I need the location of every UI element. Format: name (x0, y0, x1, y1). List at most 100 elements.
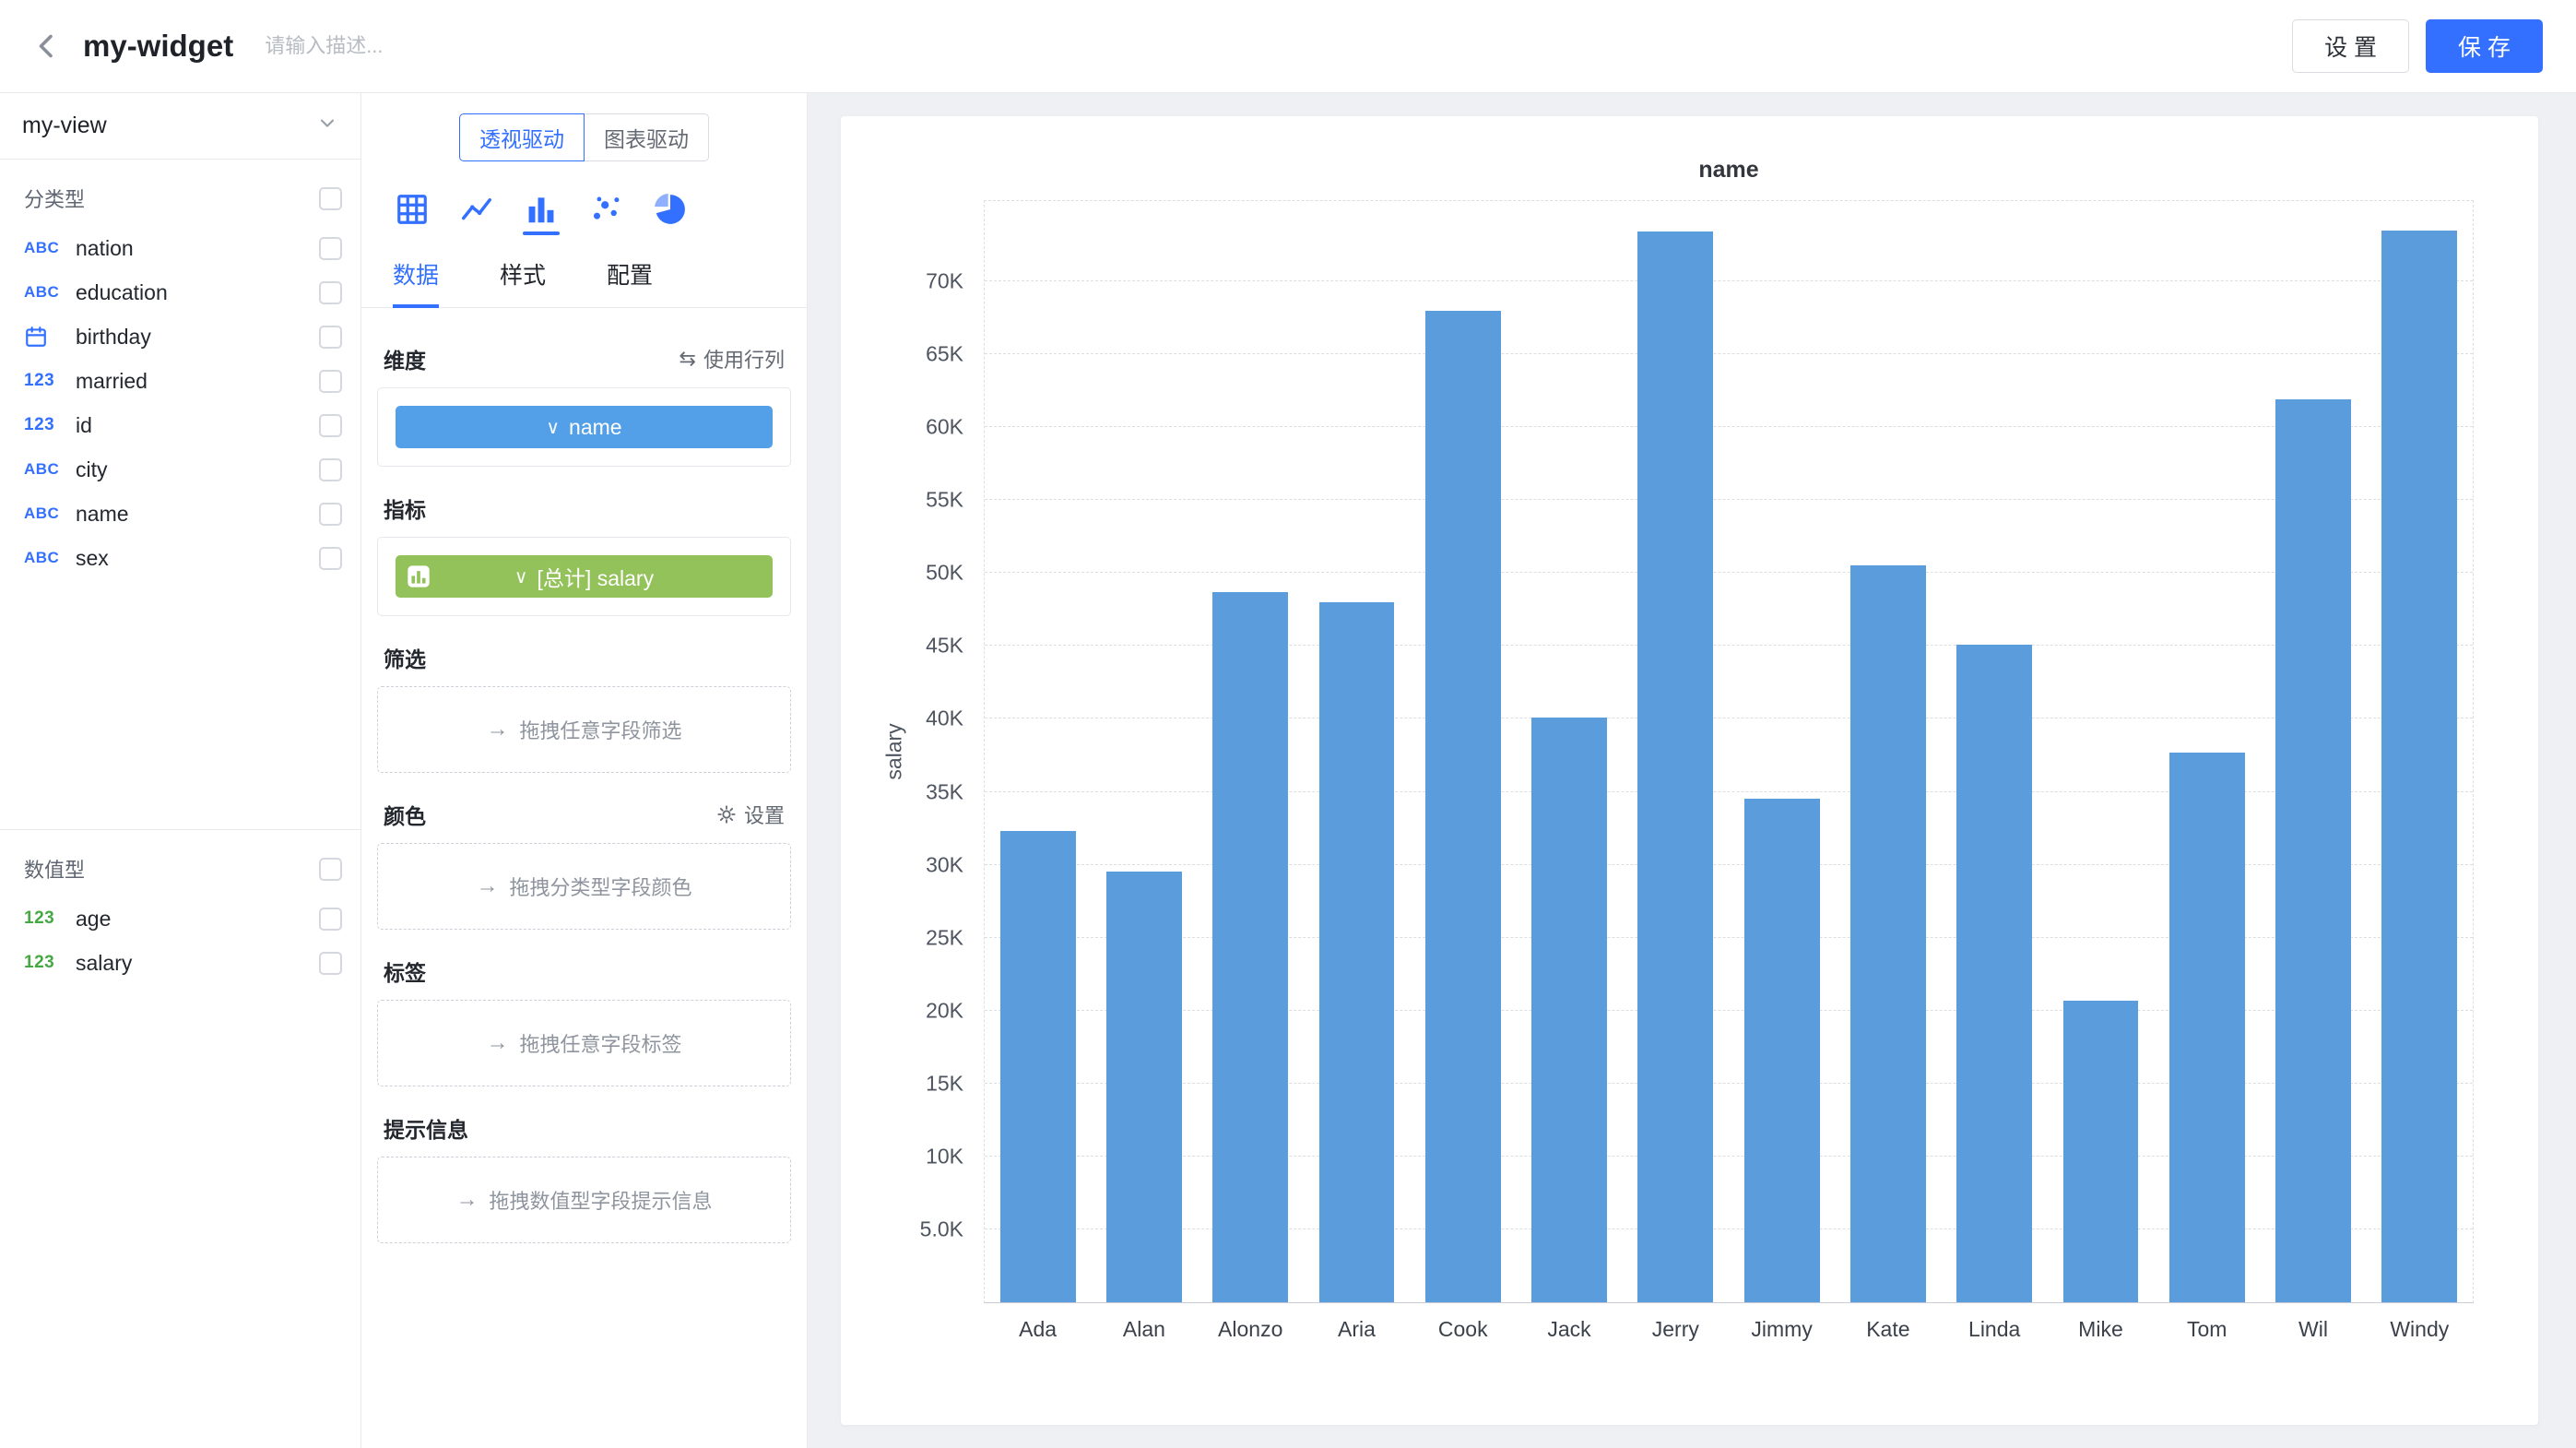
dimension-label: 维度 (384, 343, 426, 374)
dimension-pill-name[interactable]: ∨ name (396, 406, 773, 448)
field-name: id (76, 413, 92, 438)
y-tick-label: 40K (926, 706, 963, 731)
plot-area: salary 5.0K10K15K20K25K30K35K40K45K50K55… (984, 200, 2474, 1303)
bar-slot (2260, 201, 2366, 1302)
color-label: 颜色 (384, 799, 426, 830)
tooltip-label: 提示信息 (384, 1112, 468, 1144)
group-checkbox[interactable] (319, 858, 342, 881)
bar-cook[interactable] (1425, 311, 1501, 1302)
bar-alonzo[interactable] (1212, 592, 1288, 1302)
description-input[interactable] (265, 34, 652, 58)
calendar-icon (24, 325, 76, 349)
field-item-salary[interactable]: 123salary (0, 941, 360, 985)
config-panel: 透视驱动图表驱动 数据样式配置 (361, 93, 808, 1448)
save-button[interactable]: 保 存 (2426, 19, 2543, 73)
field-checkbox[interactable] (319, 237, 342, 260)
x-tick-label: Jerry (1623, 1317, 1729, 1342)
use-rowcol-button[interactable]: ⇆ 使用行列 (679, 344, 785, 374)
scatter-plot-icon[interactable] (585, 184, 627, 235)
measure-pill-salary[interactable]: ∨ [总计] salary (396, 555, 773, 598)
field-name: age (76, 907, 111, 932)
bar-alan[interactable] (1106, 872, 1182, 1302)
x-tick-label: Alonzo (1198, 1317, 1304, 1342)
field-checkbox[interactable] (319, 370, 342, 393)
label-dropzone[interactable]: → 拖拽任意字段标签 (377, 1000, 791, 1086)
color-dropzone[interactable]: → 拖拽分类型字段颜色 (377, 843, 791, 930)
color-section: 颜色 设置 → 拖拽分类型字段颜色 (377, 799, 791, 930)
bar-linda[interactable] (1956, 645, 2032, 1302)
group-checkbox[interactable] (319, 187, 342, 210)
main-area: my-view 分类型ABCnationABCeducationbirthday… (0, 93, 2576, 1448)
bar-kate[interactable] (1850, 565, 1926, 1302)
bar-tom[interactable] (2169, 753, 2245, 1302)
bar-wil[interactable] (2275, 399, 2351, 1302)
y-tick-label: 50K (926, 561, 963, 586)
view-selector[interactable]: my-view (0, 93, 360, 160)
field-item-sex[interactable]: ABCsex (0, 536, 360, 580)
field-checkbox[interactable] (319, 952, 342, 975)
panel-tabs: 数据样式配置 (361, 246, 807, 308)
field-checkbox[interactable] (319, 458, 342, 481)
swap-icon: ⇆ (679, 347, 696, 371)
table-view-icon[interactable] (391, 184, 433, 235)
y-tick-label: 20K (926, 998, 963, 1023)
field-item-education[interactable]: ABCeducation (0, 270, 360, 315)
field-checkbox[interactable] (319, 414, 342, 437)
x-tick-label: Jimmy (1729, 1317, 1835, 1342)
bar-mike[interactable] (2063, 1001, 2139, 1302)
x-tick-label: Ada (985, 1317, 1091, 1342)
mode-tab-pivot-driven[interactable]: 透视驱动 (459, 113, 585, 161)
bar-slot (2048, 201, 2154, 1302)
field-name: education (76, 280, 168, 305)
tab-data[interactable]: 数据 (393, 246, 439, 307)
view-selector-value: my-view (22, 113, 107, 139)
bar-ada[interactable] (1000, 831, 1076, 1302)
filter-dropzone[interactable]: → 拖拽任意字段筛选 (377, 686, 791, 773)
field-item-nation[interactable]: ABCnation (0, 226, 360, 270)
field-checkbox[interactable] (319, 547, 342, 570)
x-tick-label: Cook (1410, 1317, 1516, 1342)
field-item-id[interactable]: 123id (0, 403, 360, 447)
field-item-age[interactable]: 123age (0, 896, 360, 941)
bar-slot (1091, 201, 1197, 1302)
gear-icon (716, 804, 737, 825)
dimension-dropzone[interactable]: ∨ name (377, 387, 791, 467)
bar-windy[interactable] (2381, 231, 2457, 1302)
settings-button[interactable]: 设 置 (2292, 19, 2409, 73)
driver-mode-tabs: 透视驱动图表驱动 (459, 113, 709, 161)
color-settings-button[interactable]: 设置 (716, 800, 785, 829)
x-tick-label: Tom (2154, 1317, 2260, 1342)
back-button[interactable] (26, 24, 70, 68)
bar-slot (2154, 201, 2260, 1302)
bar-slot (1835, 201, 1941, 1302)
measure-section: 指标 ∨ [总计] salary (377, 493, 791, 616)
pie-chart-icon[interactable] (649, 184, 691, 235)
bar-jerry[interactable] (1637, 231, 1713, 1302)
bar-jimmy[interactable] (1744, 799, 1820, 1302)
field-item-married[interactable]: 123married (0, 359, 360, 403)
tooltip-placeholder: 拖拽数值型字段提示信息 (489, 1185, 712, 1215)
bar-chart-icon[interactable] (520, 184, 562, 235)
field-checkbox[interactable] (319, 503, 342, 526)
x-tick-label: Alan (1091, 1317, 1197, 1342)
tab-style[interactable]: 样式 (500, 246, 546, 307)
bar-jack[interactable] (1531, 718, 1607, 1302)
measure-dropzone[interactable]: ∨ [总计] salary (377, 537, 791, 616)
bar-slot (1516, 201, 1622, 1302)
bar-slot (985, 201, 1091, 1302)
field-checkbox[interactable] (319, 281, 342, 304)
number-type-icon: 123 (24, 371, 76, 391)
field-checkbox[interactable] (319, 326, 342, 349)
label-placeholder: 拖拽任意字段标签 (519, 1028, 681, 1058)
tab-config[interactable]: 配置 (607, 246, 653, 307)
bar-aria[interactable] (1319, 602, 1395, 1302)
field-item-city[interactable]: ABCcity (0, 447, 360, 492)
mode-tab-chart-driven[interactable]: 图表驱动 (584, 113, 709, 161)
field-item-name[interactable]: ABCname (0, 492, 360, 536)
bar-chart-mini-icon (406, 564, 431, 589)
line-chart-icon[interactable] (455, 184, 498, 235)
chevron-down-icon (316, 112, 338, 140)
field-checkbox[interactable] (319, 908, 342, 931)
field-item-birthday[interactable]: birthday (0, 315, 360, 359)
tooltip-dropzone[interactable]: → 拖拽数值型字段提示信息 (377, 1157, 791, 1243)
